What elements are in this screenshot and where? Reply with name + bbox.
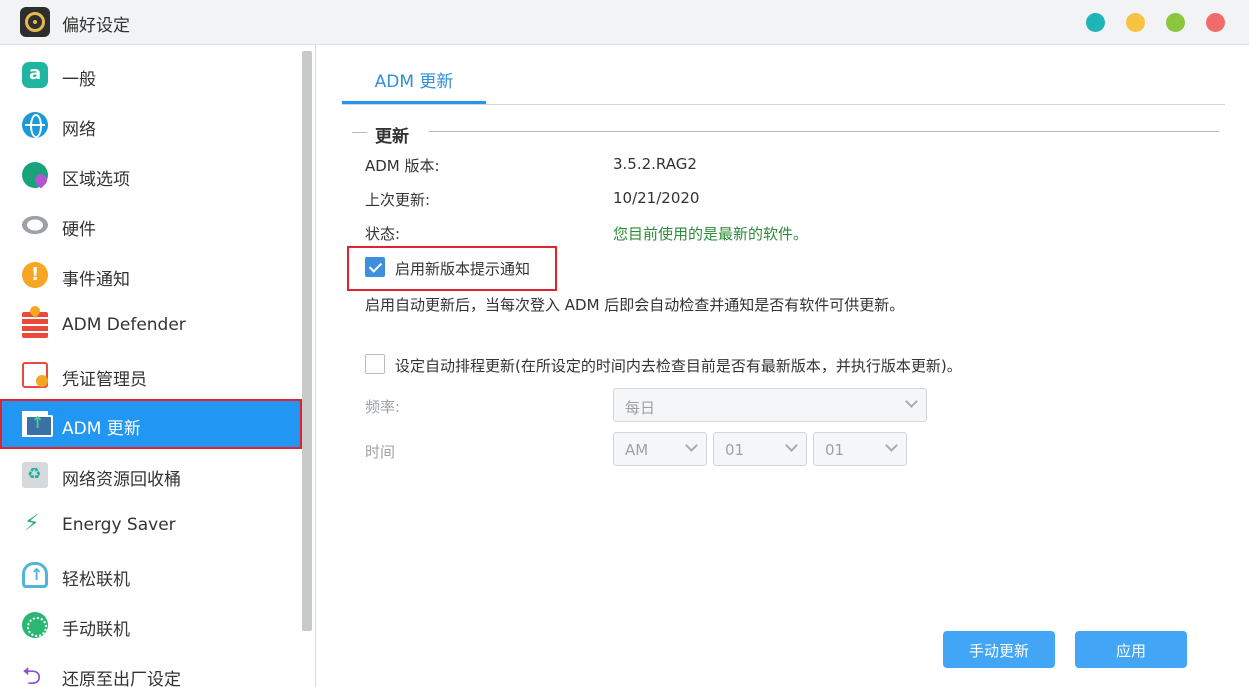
hardware-icon [17, 212, 53, 238]
sidebar-item-label: 还原至出厂设定 [62, 670, 181, 687]
sidebar-item-label: 轻松联机 [62, 570, 130, 590]
window-minimize-button[interactable] [1126, 13, 1145, 32]
preferences-app-icon [20, 7, 50, 37]
sidebar: 一般 网络 区域选项 硬件 事件通知 ADM Defender 凭证管理员 AD… [0, 45, 316, 687]
sidebar-item-adm-update[interactable]: ADM 更新 [0, 399, 302, 449]
sidebar-item-label: 网络 [62, 120, 96, 140]
ampm-value: AM [625, 441, 649, 459]
sidebar-item-label: ADM 更新 [62, 419, 141, 439]
sidebar-item-label: 区域选项 [62, 170, 130, 190]
minute-select[interactable]: 01 [813, 432, 907, 466]
window-title: 偏好设定 [62, 16, 130, 36]
globe-icon [22, 112, 48, 138]
status-label: 状态: [365, 225, 401, 243]
sidebar-item-recycle-bin[interactable]: 网络资源回收桶 [0, 450, 302, 500]
manual-update-button[interactable]: 手动更新 [943, 631, 1055, 668]
schedule-checkbox-label[interactable]: 设定自动排程更新(在所设定的时间内去检查目前是否有最新版本，并执行版本更新)。 [395, 355, 962, 376]
window-close-button[interactable] [1206, 13, 1225, 32]
energy-icon [22, 511, 48, 538]
alert-icon [22, 262, 48, 288]
sidebar-item-general[interactable]: 一般 [0, 50, 302, 100]
last-update-value: 10/21/2020 [613, 189, 700, 207]
sidebar-item-label: 网络资源回收桶 [62, 470, 181, 490]
adm-version-label: ADM 版本: [365, 157, 440, 175]
certificate-icon [22, 362, 48, 388]
tab-adm-update[interactable]: ADM 更新 [342, 45, 486, 105]
section-divider [352, 132, 367, 133]
sidebar-item-label: 手动联机 [62, 620, 130, 640]
sidebar-item-notification[interactable]: 事件通知 [0, 250, 302, 300]
notify-checkbox-label[interactable]: 启用新版本提示通知 [395, 258, 530, 279]
time-label: 时间 [365, 443, 396, 461]
frequency-select[interactable]: 每日 [613, 388, 927, 422]
sidebar-scrollbar[interactable] [302, 51, 312, 631]
sidebar-item-manual-connect[interactable]: 手动联机 [0, 600, 302, 650]
auto-update-description: 启用自动更新后，当每次登入 ADM 后即会自动检查并通知是否有软件可供更新。 [365, 296, 905, 314]
cloud-upload-icon [22, 562, 48, 588]
sidebar-item-ez-connect[interactable]: 轻松联机 [0, 550, 302, 600]
frequency-label: 频率: [365, 398, 401, 416]
hour-value: 01 [725, 441, 745, 459]
sidebar-item-label: 事件通知 [62, 270, 130, 290]
ampm-select[interactable]: AM [613, 432, 707, 466]
window-maximize-button[interactable] [1166, 13, 1185, 32]
title-bar: 偏好设定 [0, 0, 1249, 45]
update-icon [22, 411, 53, 437]
sidebar-item-defender[interactable]: ADM Defender [0, 300, 302, 350]
sidebar-item-energy-saver[interactable]: Energy Saver [0, 500, 302, 550]
firewall-icon [22, 312, 48, 338]
hour-select[interactable]: 01 [713, 432, 807, 466]
main-panel: ADM 更新 更新 ADM 版本: 3.5.2.RAG2 上次更新: 10/21… [317, 45, 1249, 687]
section-divider [429, 131, 1219, 132]
general-icon [22, 62, 48, 88]
window-extra-button[interactable] [1086, 13, 1105, 32]
sidebar-item-label: Energy Saver [62, 515, 176, 535]
manual-connect-icon [22, 612, 48, 638]
sidebar-item-label: 凭证管理员 [62, 370, 147, 390]
chevron-down-icon [905, 395, 918, 408]
sidebar-item-factory-reset[interactable]: 还原至出厂设定 [0, 650, 302, 687]
reset-icon [22, 659, 48, 687]
frequency-value: 每日 [625, 399, 656, 417]
sidebar-item-region[interactable]: 区域选项 [0, 150, 302, 200]
sidebar-item-certificate[interactable]: 凭证管理员 [0, 350, 302, 400]
sidebar-item-hardware[interactable]: 硬件 [0, 200, 302, 250]
tab-divider [342, 104, 1225, 105]
adm-version-value: 3.5.2.RAG2 [613, 155, 697, 173]
minute-value: 01 [825, 441, 845, 459]
sidebar-item-network[interactable]: 网络 [0, 100, 302, 150]
chevron-down-icon [885, 439, 898, 452]
apply-button[interactable]: 应用 [1075, 631, 1187, 668]
status-value: 您目前使用的是最新的软件。 [613, 225, 809, 243]
schedule-checkbox[interactable] [365, 354, 385, 374]
sidebar-item-label: 硬件 [62, 220, 96, 240]
notify-checkbox[interactable] [365, 257, 385, 277]
sidebar-item-label: ADM Defender [62, 315, 186, 335]
chevron-down-icon [785, 439, 798, 452]
sidebar-item-label: 一般 [62, 70, 96, 90]
recycle-bin-icon [22, 462, 48, 488]
last-update-label: 上次更新: [365, 191, 431, 209]
chevron-down-icon [685, 439, 698, 452]
region-icon [22, 162, 48, 188]
section-title: 更新 [375, 127, 409, 147]
